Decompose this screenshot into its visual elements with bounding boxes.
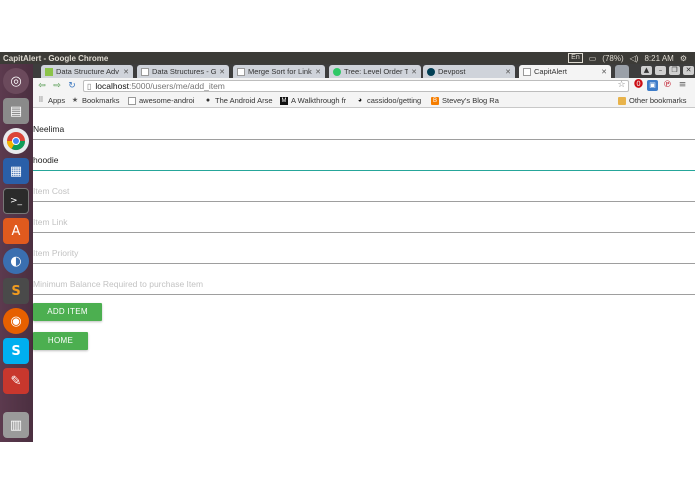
chrome-icon[interactable] xyxy=(3,128,29,154)
bookmark-walkthrough[interactable]: M A Walkthrough fr xyxy=(280,96,354,105)
desktop-background xyxy=(0,442,695,494)
tab-close-icon[interactable]: ✕ xyxy=(219,68,225,76)
firefox-icon[interactable]: ◉ xyxy=(3,308,29,334)
bookmark-awesome-android[interactable]: awesome-androi xyxy=(128,96,202,105)
tab-data-structure-adv[interactable]: Data Structure Adv ✕ xyxy=(41,65,133,78)
tab-devpost[interactable]: Devpost ✕ xyxy=(423,65,515,78)
opera-extension-icon[interactable]: ⓿ xyxy=(633,80,644,91)
tab-close-icon[interactable]: ✕ xyxy=(601,68,607,76)
item-name-input[interactable] xyxy=(33,155,693,165)
bookmark-apps[interactable]: ⠿ Apps xyxy=(37,96,65,105)
user-profile-icon[interactable]: ▲ xyxy=(641,66,652,75)
sublime-text-icon[interactable]: S xyxy=(3,278,29,304)
tab-favicon-icon xyxy=(427,67,435,76)
ubuntu-dash-icon[interactable]: ◎ xyxy=(3,68,29,94)
extension-icon[interactable]: ▣ xyxy=(647,80,658,91)
reload-icon[interactable]: ↻ xyxy=(66,81,78,91)
back-arrow-icon[interactable]: ⇦ xyxy=(36,81,48,91)
tab-close-icon[interactable]: ✕ xyxy=(411,68,417,76)
tab-favicon-icon xyxy=(45,67,53,76)
item-priority-field xyxy=(33,233,695,264)
window-title: CapitAlert - Google Chrome xyxy=(3,53,109,63)
bomb-icon: ● xyxy=(205,96,211,104)
keyboard-layout-indicator[interactable]: En xyxy=(568,53,583,63)
battery-icon[interactable]: ▭ xyxy=(589,54,597,63)
forward-arrow-icon[interactable]: ⇨ xyxy=(51,81,63,91)
blogger-icon: B xyxy=(431,96,439,105)
item-link-field xyxy=(33,202,695,233)
item-name-field xyxy=(33,140,695,171)
bookmark-star-icon[interactable]: ☆ xyxy=(616,80,627,91)
item-cost-field xyxy=(33,171,695,202)
url-host: localhost xyxy=(95,81,129,91)
minimum-balance-field xyxy=(33,264,695,295)
trash-icon[interactable]: ▥ xyxy=(3,412,29,438)
pinterest-icon[interactable]: ℗ xyxy=(662,80,673,91)
item-cost-input[interactable] xyxy=(33,186,693,196)
power-gear-icon[interactable]: ⚙ xyxy=(680,54,687,63)
browser-tab-strip: Data Structure Adv ✕ Data Structures - G… xyxy=(33,64,695,78)
libreoffice-writer-icon[interactable]: ▦ xyxy=(3,158,29,184)
skype-icon[interactable]: S xyxy=(3,338,29,364)
tab-tree-level-order[interactable]: Tree: Level Order Tr ✕ xyxy=(329,65,421,78)
bookmark-steveys-blog[interactable]: B Stevey's Blog Ra xyxy=(431,96,505,105)
terminal-icon[interactable]: >_ xyxy=(3,188,29,214)
system-top-bar: CapitAlert - Google Chrome En ▭ (78%) ◁)… xyxy=(0,52,695,64)
clock[interactable]: 8:21 AM xyxy=(644,54,673,63)
volume-icon[interactable]: ◁) xyxy=(630,54,639,63)
star-icon: ★ xyxy=(71,96,79,104)
bookmarks-bar: ⠿ Apps ★ Bookmarks awesome-androi ● The … xyxy=(33,94,695,108)
home-button[interactable]: HOME xyxy=(33,332,88,350)
close-window-icon[interactable]: ✕ xyxy=(683,66,694,75)
bookmark-bookmarks[interactable]: ★ Bookmarks xyxy=(71,96,120,105)
folder-icon xyxy=(618,96,626,105)
add-item-button[interactable]: ADD ITEM xyxy=(33,303,102,321)
apps-grid-icon: ⠿ xyxy=(38,96,44,104)
chrome-menu-icon[interactable]: ≡ xyxy=(677,80,688,91)
url-path: :5000/users/me/add_item xyxy=(128,81,225,91)
desktop-screen: CapitAlert - Google Chrome En ▭ (78%) ◁)… xyxy=(0,0,695,494)
browser-toolbar: ⇦ ⇨ ↻ ▯ localhost:5000/users/me/add_item… xyxy=(33,78,695,94)
minimum-balance-input[interactable] xyxy=(33,279,693,289)
tab-favicon-icon xyxy=(333,67,341,76)
tab-close-icon[interactable]: ✕ xyxy=(315,68,321,76)
user-name-field xyxy=(33,109,695,140)
minimize-window-icon[interactable]: – xyxy=(655,66,666,75)
github-icon: ◕ xyxy=(357,96,363,104)
tab-favicon-icon xyxy=(523,67,531,76)
tab-close-icon[interactable]: ✕ xyxy=(123,68,129,76)
tab-favicon-icon xyxy=(141,67,149,76)
battery-percentage: (78%) xyxy=(602,53,624,63)
tab-capitalert[interactable]: CapitAlert ✕ xyxy=(519,65,611,78)
tab-close-icon[interactable]: ✕ xyxy=(505,68,511,76)
bookmark-cassidoo[interactable]: ◕ cassidoo/getting xyxy=(356,96,430,105)
address-bar[interactable]: ▯ localhost:5000/users/me/add_item xyxy=(83,80,629,92)
tab-merge-sort[interactable]: Merge Sort for Link ✕ xyxy=(233,65,325,78)
user-name-input[interactable] xyxy=(33,124,693,134)
browser-globe-icon[interactable]: ◐ xyxy=(3,248,29,274)
system-tray: En ▭ (78%) ◁) 8:21 AM ⚙ xyxy=(568,53,695,63)
unity-launcher: ◎ ▤ ▦ >_ A ◐ S ◉ S ✎ ▥ xyxy=(0,64,33,442)
tab-favicon-icon xyxy=(237,67,245,76)
page-info-icon[interactable]: ▯ xyxy=(87,82,91,91)
settings-tools-icon[interactable]: ✎ xyxy=(3,368,29,394)
restore-window-icon[interactable]: ❐ xyxy=(669,66,680,75)
bookmark-android-arsenal[interactable]: ● The Android Arse xyxy=(204,96,280,105)
tab-data-structures-gr[interactable]: Data Structures - Gr ✕ xyxy=(137,65,229,78)
page-icon xyxy=(128,96,136,105)
software-center-icon[interactable]: A xyxy=(3,218,29,244)
add-item-page: ADD ITEM HOME xyxy=(33,109,695,442)
files-icon[interactable]: ▤ xyxy=(3,98,29,124)
item-link-input[interactable] xyxy=(33,217,693,227)
medium-icon: M xyxy=(280,96,288,105)
new-tab-button[interactable] xyxy=(615,65,629,78)
other-bookmarks[interactable]: Other bookmarks xyxy=(618,96,687,105)
item-priority-input[interactable] xyxy=(33,248,693,258)
